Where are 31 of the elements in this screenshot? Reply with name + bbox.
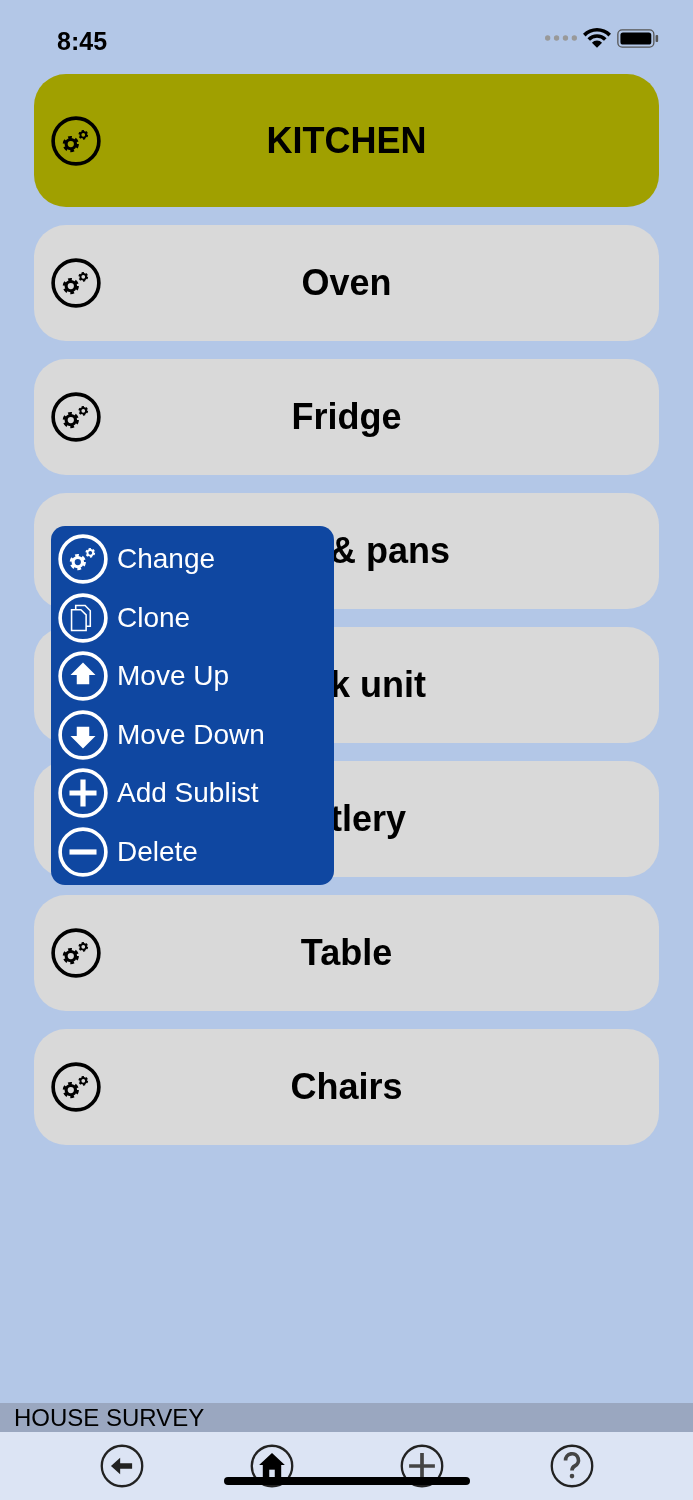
header-label: KITCHEN — [266, 119, 427, 162]
settings-icon[interactable] — [50, 114, 102, 167]
settings-icon[interactable] — [50, 391, 102, 443]
copy-icon — [57, 591, 109, 644]
list-item[interactable]: Chairs — [34, 1029, 659, 1145]
back-icon[interactable] — [98, 1443, 145, 1489]
footer-title: HOUSE SURVEY — [0, 1403, 693, 1432]
settings-icon[interactable] — [50, 1061, 102, 1113]
signal-icon — [545, 35, 577, 41]
category-header[interactable]: KITCHEN — [34, 74, 659, 207]
settings-icon[interactable] — [50, 927, 102, 979]
menu-item[interactable]: Move Up — [57, 647, 328, 706]
item-label: Fridge — [291, 396, 402, 438]
minus-icon — [57, 825, 109, 878]
battery-icon — [617, 28, 659, 48]
status-time: 8:45 — [57, 26, 108, 56]
help-icon[interactable] — [548, 1443, 595, 1489]
list-item[interactable]: Table — [34, 895, 659, 1011]
item-label: Chairs — [290, 1066, 403, 1108]
list-item[interactable]: Oven — [34, 225, 659, 341]
list-item[interactable]: Fridge — [34, 359, 659, 475]
settings-icon[interactable] — [50, 257, 102, 309]
plus-icon — [57, 767, 109, 820]
menu-item[interactable]: Change — [57, 530, 328, 589]
item-label: tlery — [330, 798, 407, 840]
item-label: Table — [300, 932, 393, 974]
menu-item[interactable]: Add Sublist — [57, 764, 328, 823]
plus-icon[interactable] — [398, 1443, 445, 1489]
item-label: Oven — [301, 262, 392, 304]
gears-icon — [57, 533, 109, 586]
wifi-icon — [583, 28, 611, 48]
